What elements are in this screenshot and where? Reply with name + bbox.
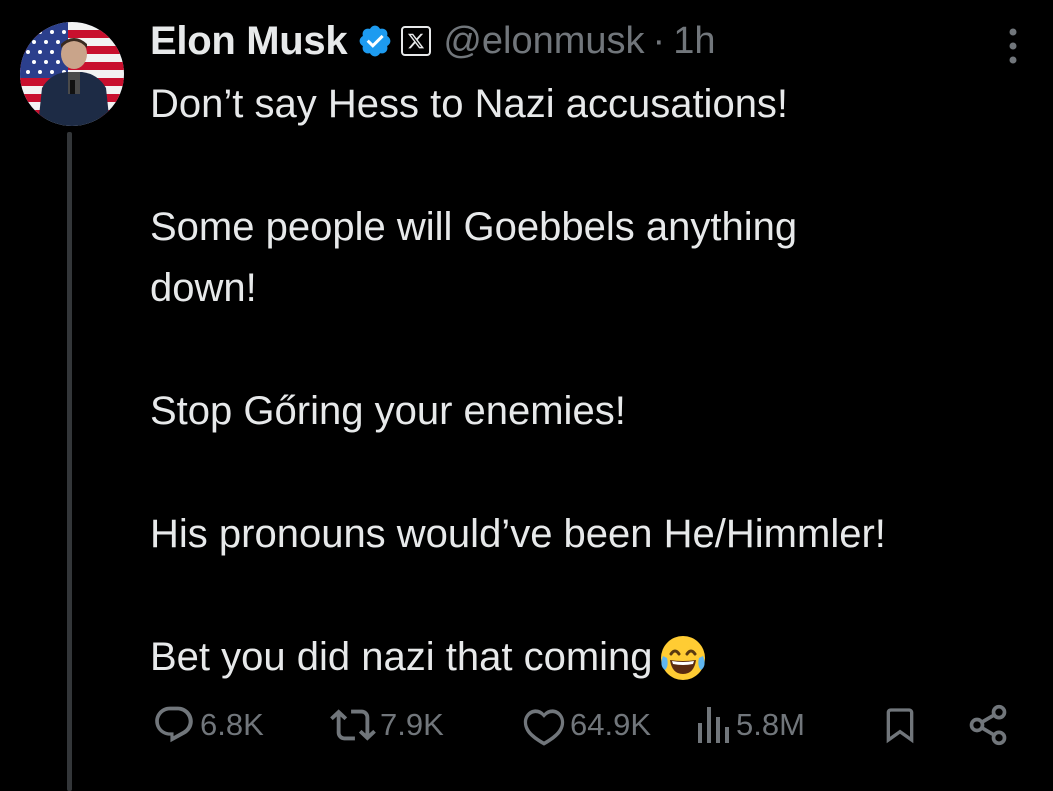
x-affiliate-badge-icon[interactable] xyxy=(401,26,432,56)
like-count: 64.9K xyxy=(570,707,652,742)
views-button[interactable]: 5.8M xyxy=(696,700,805,750)
bookmark-button[interactable] xyxy=(880,700,920,750)
heart-icon xyxy=(523,709,565,746)
tweet-paragraph: Bet you did nazi that coming xyxy=(150,635,653,679)
view-count: 5.8M xyxy=(736,707,805,742)
separator-dot: · xyxy=(652,19,666,62)
reply-button[interactable]: 6.8K xyxy=(152,700,264,750)
verified-badge-icon[interactable] xyxy=(357,23,393,59)
views-chart-icon xyxy=(698,707,729,743)
share-button[interactable] xyxy=(966,700,1010,750)
author-name[interactable]: Elon Musk xyxy=(150,19,348,64)
tears-of-joy-emoji-icon xyxy=(660,635,705,680)
more-options-icon[interactable] xyxy=(1003,26,1023,66)
repost-icon xyxy=(330,709,376,741)
tweet-header: Elon Musk @elonmusk · 1h xyxy=(150,14,715,68)
tweet-paragraph-last: Bet you did nazi that coming xyxy=(150,627,1045,688)
like-button[interactable]: 64.9K xyxy=(522,700,651,750)
repost-button[interactable]: 7.9K xyxy=(330,700,444,750)
avatar[interactable] xyxy=(20,22,124,126)
bookmark-icon xyxy=(886,708,914,744)
reply-count: 6.8K xyxy=(200,707,264,742)
timestamp[interactable]: 1h xyxy=(673,20,715,63)
tweet-paragraph: Stop Gőring your enemies! xyxy=(150,389,626,433)
tweet-paragraph: Don’t say Hess to Nazi accusations! xyxy=(150,82,789,126)
tweet-paragraph: Some people will Goebbels anything down! xyxy=(150,205,798,310)
action-bar: 6.8K 7.9K 64.9K 5.8M xyxy=(150,700,1030,750)
tweet-text: Don’t say Hess to Nazi accusations! Some… xyxy=(150,74,1045,688)
share-icon xyxy=(969,704,1007,746)
author-handle[interactable]: @elonmusk xyxy=(443,20,644,63)
tweet-paragraph: His pronouns would’ve been He/Himmler! xyxy=(150,512,886,556)
repost-count: 7.9K xyxy=(380,707,444,742)
avatar-image xyxy=(20,22,124,126)
thread-line xyxy=(67,132,72,791)
reply-icon xyxy=(155,706,193,743)
x-logo-icon xyxy=(408,33,425,49)
